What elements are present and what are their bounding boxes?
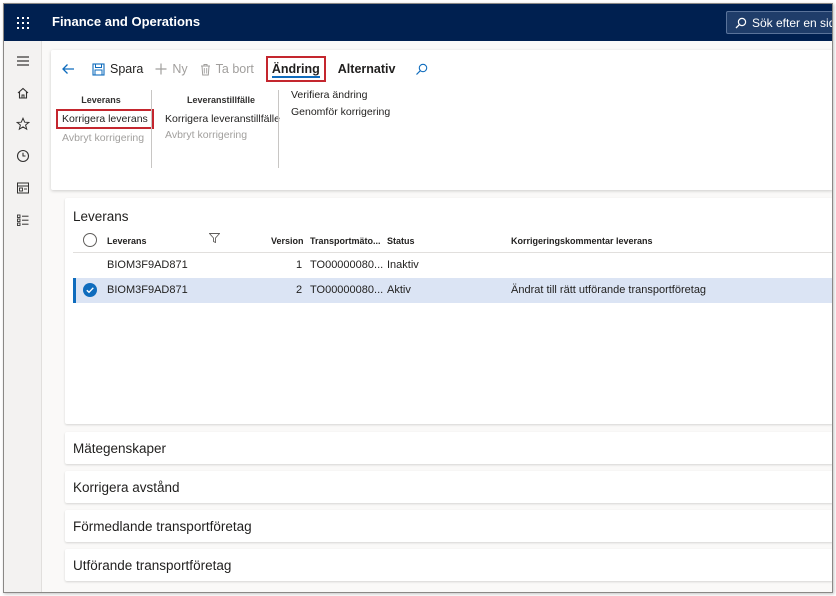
table-row[interactable]: BIOM3F9AD871 1 TO00000080... Inaktiv bbox=[73, 253, 832, 278]
tab-andring[interactable]: Ändring bbox=[265, 56, 326, 82]
back-button[interactable] bbox=[51, 56, 86, 82]
section-title: Förmedlande transportföretag bbox=[73, 519, 252, 534]
group-leveranstillfalle: Leveranstillfälle Korrigera leveranstill… bbox=[161, 90, 281, 141]
section-title: Mätegenskaper bbox=[73, 441, 167, 456]
search-icon bbox=[416, 63, 428, 75]
tab-alternativ[interactable]: Alternativ bbox=[334, 56, 400, 82]
top-bar: Finance and Operations Sök efter en sida bbox=[4, 4, 832, 41]
cell-leverans: BIOM3F9AD871 bbox=[107, 284, 188, 296]
save-button[interactable]: Spara bbox=[86, 56, 149, 82]
filter-icon[interactable] bbox=[208, 233, 221, 245]
hamburger-icon[interactable] bbox=[4, 49, 41, 73]
genomfor-korrigering-button[interactable]: Genomför korrigering bbox=[291, 106, 411, 118]
column-header-korrigeringskommentar[interactable]: Korrigeringskommentar leverans bbox=[511, 236, 653, 246]
avbryt-korrigering-button[interactable]: Avbryt korrigering bbox=[62, 132, 148, 144]
section-matagenskaper[interactable]: Mätegenskaper bbox=[65, 432, 832, 464]
column-header-status[interactable]: Status bbox=[387, 236, 415, 246]
action-pane: Spara Ny Ta bort Ändring Alternativ Leve… bbox=[51, 50, 832, 190]
cell-status: Aktiv bbox=[387, 284, 411, 296]
cell-version: 1 bbox=[296, 259, 303, 271]
grid-header: Leverans Version Transportmäto... Status… bbox=[73, 230, 832, 253]
verifiera-andring-button[interactable]: Verifiera ändring bbox=[291, 89, 411, 101]
search-icon bbox=[735, 17, 747, 28]
new-button[interactable]: Ny bbox=[149, 56, 193, 82]
group-leverans: Leverans Korrigera leverans Avbryt korri… bbox=[54, 90, 154, 144]
app-title: Finance and Operations bbox=[52, 14, 201, 29]
row-checked-icon[interactable] bbox=[83, 283, 97, 297]
column-header-transportmatod[interactable]: Transportmäto... bbox=[310, 236, 381, 246]
search-placeholder: Sök efter en sida bbox=[752, 15, 832, 30]
star-icon[interactable] bbox=[4, 112, 41, 136]
selection-indicator bbox=[73, 278, 76, 303]
column-header-version[interactable]: Version bbox=[271, 236, 304, 246]
korrigera-leverans-button[interactable]: Korrigera leverans bbox=[56, 109, 154, 129]
save-label: Spara bbox=[110, 62, 144, 76]
korrigera-leveranstillfalle-button[interactable]: Korrigera leveranstillfälle bbox=[165, 113, 281, 125]
action-pane-toolbar: Spara Ny Ta bort Ändring Alternativ bbox=[51, 50, 832, 88]
back-arrow-icon bbox=[62, 64, 74, 74]
table-row-selected[interactable]: BIOM3F9AD871 2 TO00000080... Aktiv Ändra… bbox=[73, 278, 832, 303]
section-title: Leverans bbox=[73, 209, 129, 224]
cell-status: Inaktiv bbox=[387, 259, 419, 271]
section-formedlande-transportforetag[interactable]: Förmedlande transportföretag bbox=[65, 510, 832, 542]
section-title: Korrigera avstånd bbox=[73, 480, 180, 495]
cell-kommentar: Ändrat till rätt utförande transportföre… bbox=[511, 284, 707, 296]
delete-label: Ta bort bbox=[215, 62, 254, 76]
cell-transportmatod: TO00000080... bbox=[310, 259, 384, 271]
main-content: Spara Ny Ta bort Ändring Alternativ Leve… bbox=[42, 41, 832, 592]
leverans-section: Leverans Leverans Version Transportmäto.… bbox=[65, 198, 832, 424]
group-title: Leverans bbox=[81, 95, 121, 105]
app-window: Finance and Operations Sök efter en sida bbox=[3, 3, 833, 593]
ribbon-groups: Leverans Korrigera leverans Avbryt korri… bbox=[51, 89, 832, 180]
waffle-icon bbox=[16, 16, 29, 29]
group-title: Leveranstillfälle bbox=[186, 95, 256, 105]
plus-icon bbox=[155, 63, 167, 75]
group-separator bbox=[151, 90, 152, 168]
delete-button[interactable]: Ta bort bbox=[194, 56, 260, 82]
cell-version: 2 bbox=[296, 284, 303, 296]
clock-icon[interactable] bbox=[4, 144, 41, 168]
navigation-pane bbox=[4, 41, 42, 592]
save-icon bbox=[92, 62, 105, 76]
cell-leverans: BIOM3F9AD871 bbox=[107, 259, 188, 271]
trash-icon bbox=[200, 63, 210, 75]
group-separator bbox=[278, 90, 279, 168]
app-launcher-button[interactable] bbox=[4, 4, 41, 41]
section-utforande-transportforetag[interactable]: Utförande transportföretag bbox=[65, 549, 832, 581]
action-search-button[interactable] bbox=[409, 56, 439, 82]
home-icon[interactable] bbox=[4, 81, 41, 105]
cell-transportmatod: TO00000080... bbox=[310, 284, 384, 296]
new-label: Ny bbox=[172, 62, 188, 76]
list-icon[interactable] bbox=[4, 208, 41, 232]
column-header-leverans[interactable]: Leverans bbox=[107, 236, 147, 246]
group-ovrigt: Verifiera ändring Genomför korrigering bbox=[291, 89, 411, 118]
select-all-checkbox[interactable] bbox=[83, 233, 97, 247]
workspace-icon[interactable] bbox=[4, 176, 41, 200]
avbryt-korrigering-button[interactable]: Avbryt korrigering bbox=[165, 129, 281, 141]
search-box[interactable]: Sök efter en sida bbox=[726, 11, 832, 34]
section-korrigera-avstand[interactable]: Korrigera avstånd bbox=[65, 471, 832, 503]
section-title: Utförande transportföretag bbox=[73, 558, 232, 573]
